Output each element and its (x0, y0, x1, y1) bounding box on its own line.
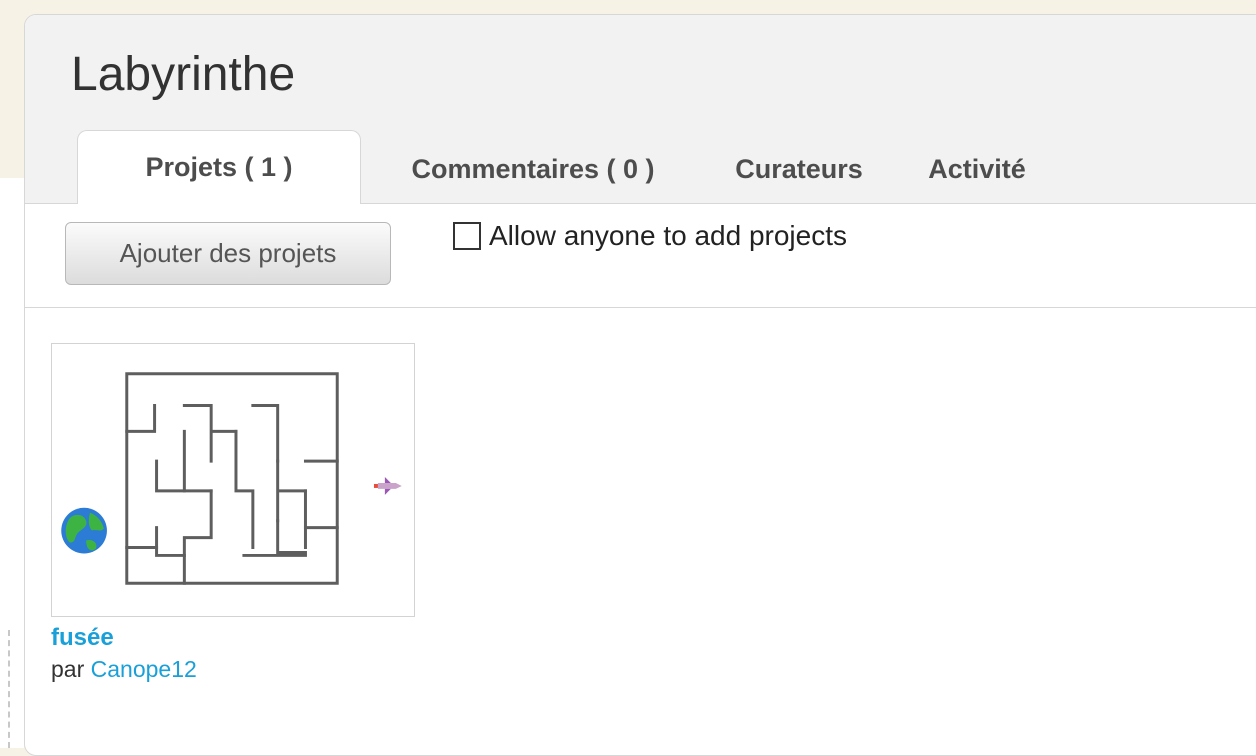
tab-projets[interactable]: Projets ( 1 ) (77, 130, 361, 204)
gallery-header: Labyrinthe Projets ( 1 ) Commentaires ( … (25, 15, 1256, 204)
author-link[interactable]: Canope12 (91, 656, 197, 682)
tab-activite[interactable]: Activité (893, 134, 1061, 204)
project-title-link[interactable]: fusée (51, 624, 415, 652)
page-background (0, 178, 24, 748)
gallery-toolbar: Ajouter des projets Allow anyone to add … (25, 204, 1256, 308)
dashed-divider (8, 630, 10, 748)
allow-anyone-label: Allow anyone to add projects (489, 220, 847, 251)
tab-bar: Projets ( 1 ) Commentaires ( 0 ) Curateu… (77, 130, 1061, 204)
add-projects-button[interactable]: Ajouter des projets (65, 222, 391, 285)
project-byline: par Canope12 (51, 656, 415, 683)
tab-commentaires[interactable]: Commentaires ( 0 ) (361, 134, 705, 204)
project-card: fusée par Canope12 (51, 343, 415, 683)
page-title: Labyrinthe (71, 48, 296, 101)
project-thumbnail[interactable] (51, 343, 415, 617)
globe-icon (61, 507, 107, 554)
allow-anyone-checkbox[interactable] (453, 222, 481, 250)
allow-anyone-option[interactable]: Allow anyone to add projects (453, 220, 847, 252)
byline-prefix: par (51, 656, 85, 682)
tab-curateurs[interactable]: Curateurs (705, 134, 893, 204)
